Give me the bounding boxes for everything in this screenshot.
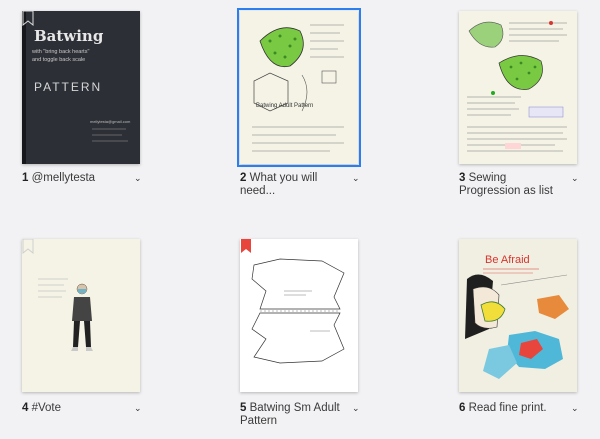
page-thumbnail-5[interactable]	[240, 239, 358, 392]
page-label: @mellytesta	[31, 172, 96, 184]
chevron-down-icon[interactable]: ⌄	[134, 173, 142, 184]
page-label: Sewing Progression as list	[459, 172, 553, 197]
page-caption-6: 6 Read fine print.	[459, 402, 569, 415]
page-label: Read fine print.	[468, 402, 547, 414]
cover-line: and toggle back scale	[32, 57, 85, 63]
cover-word: PATTERN	[34, 80, 102, 94]
page-caption-3: 3 Sewing Progression as list	[459, 172, 569, 198]
page-number: 2	[240, 172, 247, 184]
cover-credit: mellytesta@gmail.com	[90, 119, 131, 124]
page-artwork: Be Afraid	[465, 254, 569, 379]
page-label: #Vote	[31, 402, 62, 414]
chevron-down-icon[interactable]: ⌄	[352, 173, 360, 184]
page-number: 6	[459, 402, 466, 414]
page-thumbnail-4[interactable]	[22, 239, 140, 392]
chevron-down-icon[interactable]: ⌄	[352, 403, 360, 414]
bookmark-icon[interactable]	[22, 239, 34, 254]
cover-artwork: Batwing with "bring back hearts" and tog…	[31, 27, 131, 142]
page-thumbnail-1[interactable]: Batwing with "bring back hearts" and tog…	[22, 11, 140, 164]
cover-title: Batwing	[34, 27, 104, 45]
chevron-down-icon[interactable]: ⌄	[134, 403, 142, 414]
page-number: 3	[459, 172, 466, 184]
page-artwork	[251, 258, 345, 364]
page-thumbnail-2[interactable]: Batwing Adult Pattern	[237, 8, 361, 167]
page-label: Batwing Sm Adult Pattern	[240, 402, 340, 427]
page-caption-2: 2 What you will need...	[240, 172, 348, 198]
page-title: Be Afraid	[485, 254, 530, 266]
page-number: 5	[240, 402, 247, 414]
bookmark-icon[interactable]	[240, 239, 252, 254]
page-number: 1	[22, 172, 29, 184]
page-artwork: Batwing Adult Pattern	[252, 24, 344, 152]
page-number: 4	[22, 402, 29, 414]
chevron-down-icon[interactable]: ⌄	[571, 173, 579, 184]
chevron-down-icon[interactable]: ⌄	[571, 403, 579, 414]
page-artwork	[38, 278, 93, 351]
page-caption-5: 5 Batwing Sm Adult Pattern	[240, 402, 348, 428]
page-artwork	[467, 21, 567, 152]
page-thumbnail-3[interactable]	[459, 11, 577, 164]
bookmark-icon[interactable]	[22, 11, 34, 26]
cover-line: with "bring back hearts"	[31, 49, 89, 55]
page-label: What you will need...	[240, 172, 318, 197]
page-thumbnail-6[interactable]: Be Afraid	[459, 239, 577, 392]
